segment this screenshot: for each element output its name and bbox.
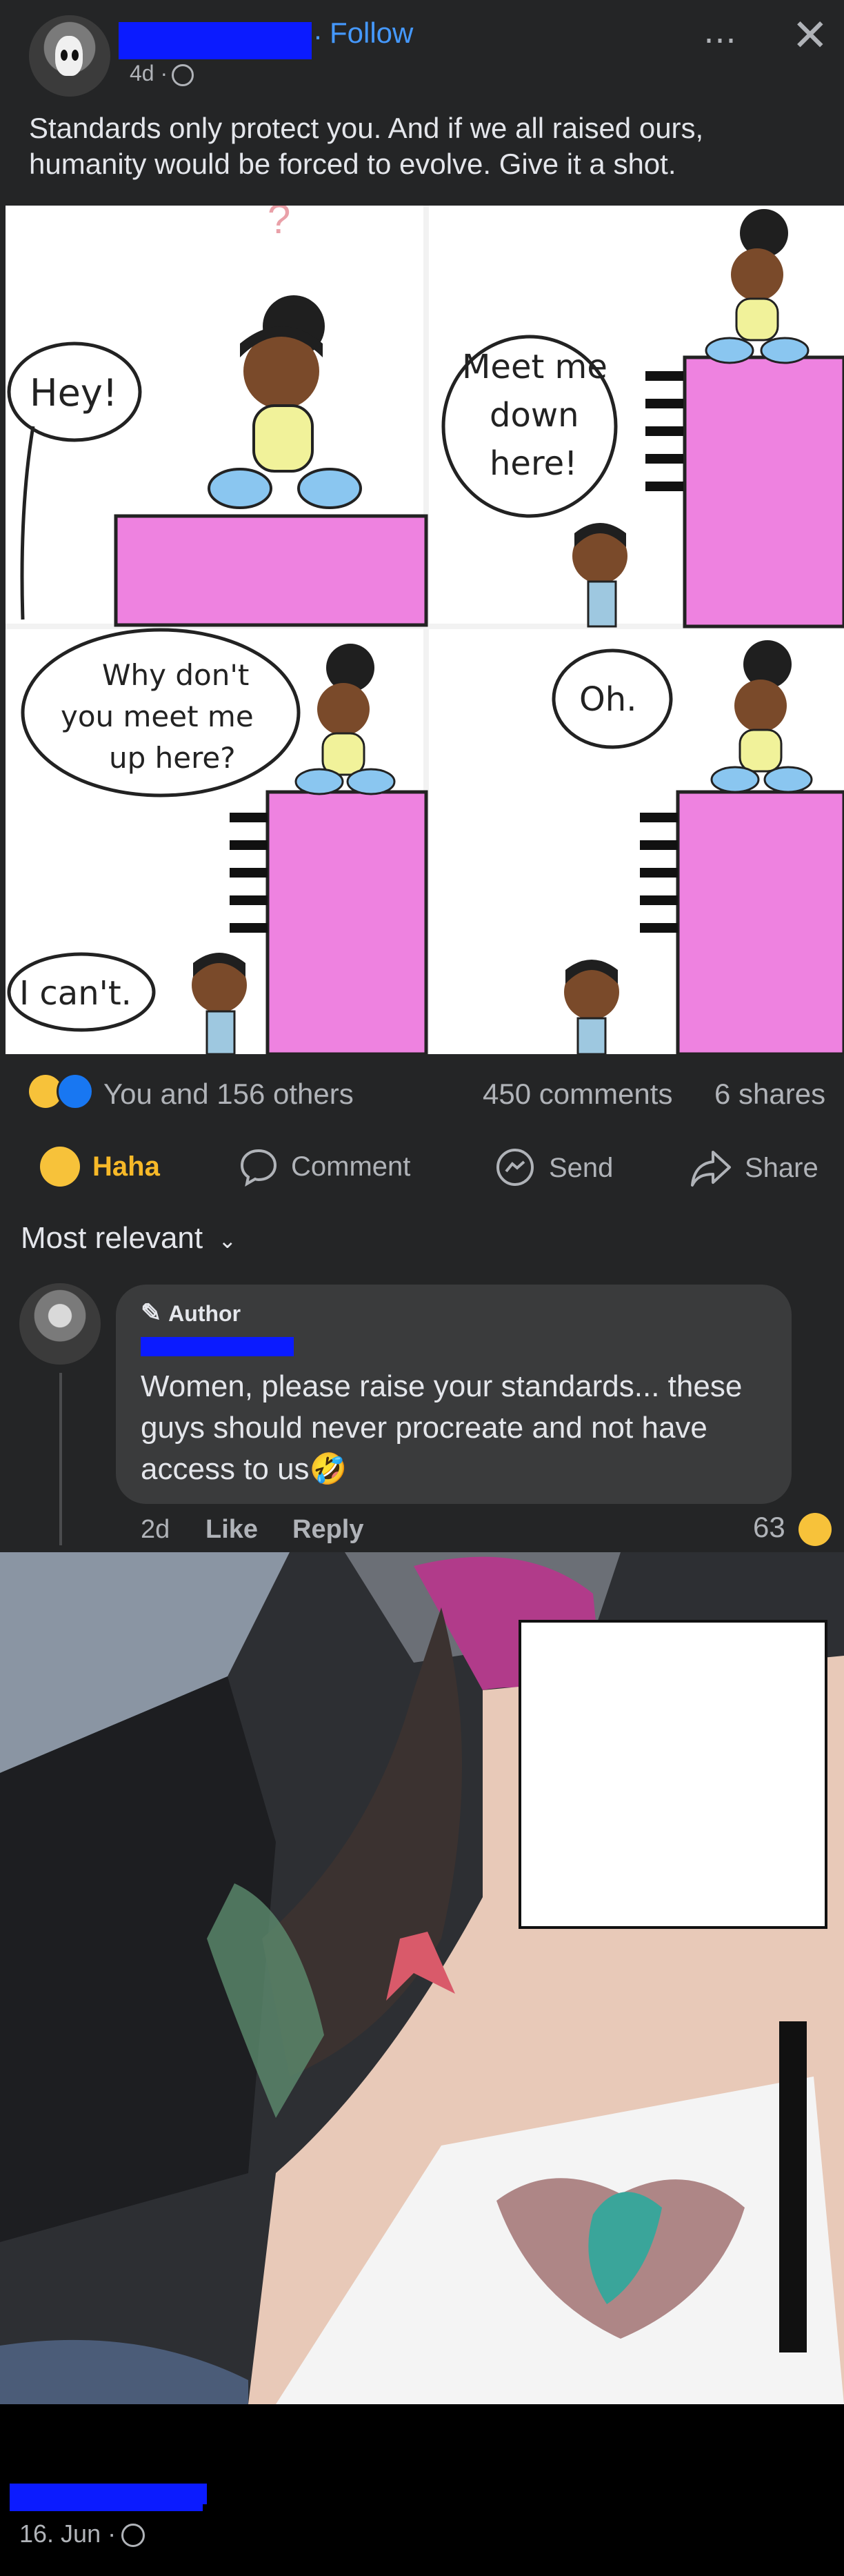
like-reaction-icon (57, 1073, 94, 1110)
panel3-speech-line2: you meet me (61, 700, 254, 733)
globe-icon (172, 63, 194, 86)
share-label: Share (745, 1152, 818, 1183)
messenger-icon (496, 1149, 534, 1186)
question-mark: ? (268, 206, 290, 242)
comment-label: Comment (291, 1151, 411, 1182)
author-badge-label: Author (168, 1301, 241, 1326)
panel3-speech-line1: Why don't (102, 658, 249, 692)
send-label: Send (549, 1152, 614, 1183)
mask-eye-right (72, 50, 79, 61)
photo-svg (0, 1552, 844, 2404)
comment-icon (240, 1149, 277, 1187)
panel2-speech-line3: here! (490, 444, 577, 483)
author-avatar[interactable] (29, 15, 110, 97)
send-button[interactable]: Send (494, 1147, 613, 1189)
redacted-commenter-name (141, 1337, 294, 1356)
panel3-reply: I can't. (19, 974, 132, 1013)
shares-count[interactable]: 6 shares (714, 1078, 825, 1111)
share-button[interactable]: Share (690, 1147, 818, 1189)
footer-date: 16. Jun · (19, 2519, 145, 2548)
more-options-button[interactable]: ⋯ (703, 21, 738, 59)
reaction-summary[interactable]: You and 156 others (103, 1078, 354, 1111)
comment-like-button[interactable]: Like (205, 1515, 258, 1545)
comment-sort-dropdown[interactable]: Most relevant ⌄ (21, 1221, 237, 1256)
globe-icon (121, 2524, 145, 2548)
haha-label: Haha (92, 1151, 160, 1182)
redaction-box (519, 1620, 827, 1929)
attached-photo[interactable] (0, 1552, 844, 2404)
post-caption: Standards only protect you. And if we al… (29, 112, 704, 180)
panel1-speech: Hey! (30, 371, 117, 415)
thread-line (59, 1373, 62, 1545)
post-time: 4d · (130, 61, 194, 86)
post-time-label: 4d · (130, 61, 168, 86)
panel2-speech-line2: down (490, 396, 579, 435)
panel1-pedestal (114, 514, 428, 627)
comment-button[interactable]: Comment (239, 1147, 410, 1187)
post-image-comic[interactable]: ? Hey! Meet me down here! Why don't you … (6, 206, 844, 1054)
haha-reaction-button[interactable]: Haha (40, 1147, 160, 1187)
author-badge: ✎ Author (141, 1298, 241, 1327)
reaction-icons[interactable] (29, 1073, 94, 1110)
panel3-pedestal (265, 790, 428, 1054)
mask-eye-left (61, 50, 68, 61)
panel2-pedestal (683, 355, 844, 628)
panel4-speech: Oh. (579, 680, 636, 719)
panel3-speech-line3: up here? (109, 741, 236, 775)
follow-button[interactable]: Follow (330, 17, 413, 50)
share-icon (691, 1151, 731, 1187)
comment-reply-button[interactable]: Reply (292, 1515, 363, 1545)
haha-icon (40, 1147, 80, 1187)
follow-separator: · (313, 19, 323, 52)
panel4-pedestal (676, 790, 844, 1054)
mask-face-icon (55, 36, 83, 76)
redacted-author-name (119, 22, 312, 59)
comment-reaction-count[interactable]: 63 (753, 1511, 832, 1546)
close-button[interactable]: ✕ (792, 10, 829, 61)
chevron-down-icon: ⌄ (218, 1228, 237, 1253)
comment-reaction-number: 63 (753, 1511, 785, 1543)
comments-count[interactable]: 450 comments (483, 1078, 672, 1111)
comment-time: 2d (141, 1515, 170, 1544)
panel2-speech-line1: Meet me (462, 348, 607, 386)
commenter-avatar[interactable] (19, 1283, 101, 1365)
redacted-footer-name-2 (10, 2493, 203, 2511)
pencil-icon: ✎ (141, 1298, 162, 1327)
footer-date-label: 16. Jun · (19, 2519, 117, 2548)
comment-text: Women, please raise your standards... th… (141, 1369, 743, 1486)
sort-label: Most relevant (21, 1221, 203, 1255)
comment-haha-icon (798, 1512, 832, 1546)
comic-svg: ? Hey! Meet me down here! Why don't you … (6, 206, 844, 1054)
